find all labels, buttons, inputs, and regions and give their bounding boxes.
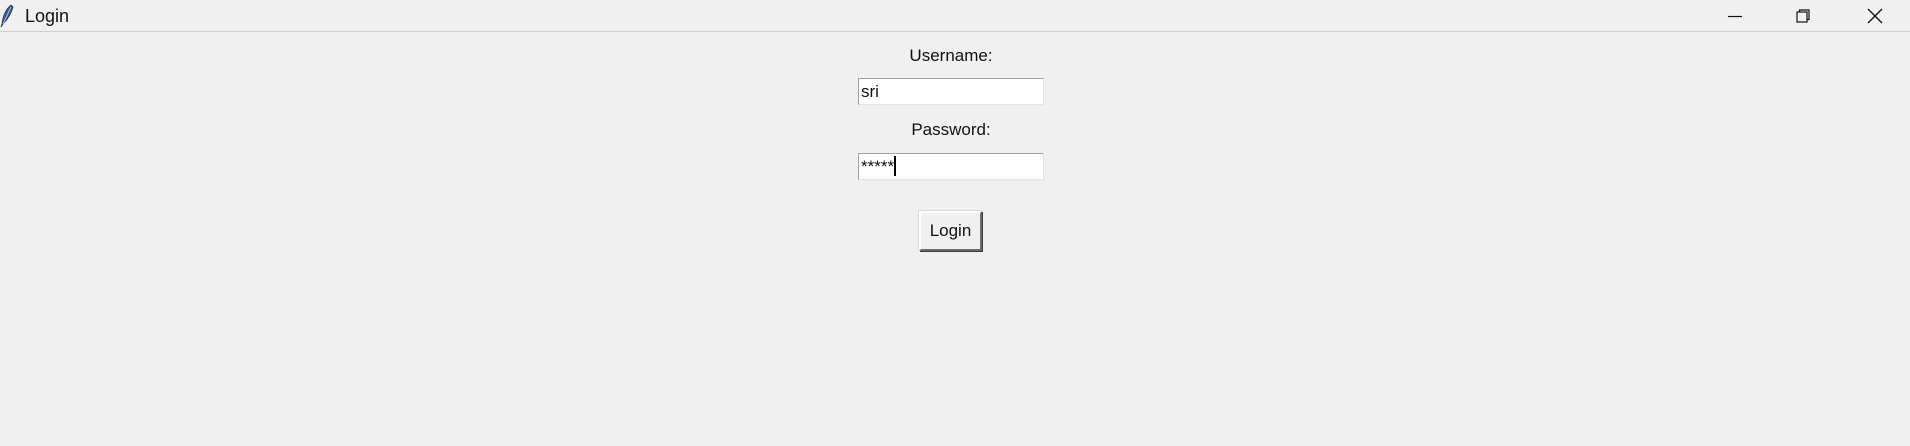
window-title: Login — [25, 6, 70, 26]
login-button[interactable]: Login — [919, 211, 982, 251]
minimize-button[interactable] — [1700, 0, 1770, 31]
restore-button[interactable] — [1768, 0, 1838, 31]
login-form: Username: sri Password: ***** Login — [0, 32, 1910, 446]
close-button[interactable] — [1840, 0, 1910, 31]
title-bar[interactable]: Login — [0, 0, 1910, 32]
close-icon — [1867, 8, 1883, 23]
username-value: sri — [861, 82, 879, 101]
password-field[interactable]: ***** — [858, 153, 1044, 180]
username-field[interactable]: sri — [858, 78, 1044, 105]
password-label: Password: — [911, 120, 991, 139]
feather-icon — [0, 4, 14, 28]
username-label: Username: — [909, 46, 993, 65]
login-window: Login Username: sri Password: ***** Logi… — [0, 0, 1910, 446]
restore-icon — [1796, 8, 1810, 23]
minimize-icon — [1728, 15, 1742, 17]
password-value: ***** — [861, 157, 895, 176]
text-cursor — [894, 156, 897, 176]
